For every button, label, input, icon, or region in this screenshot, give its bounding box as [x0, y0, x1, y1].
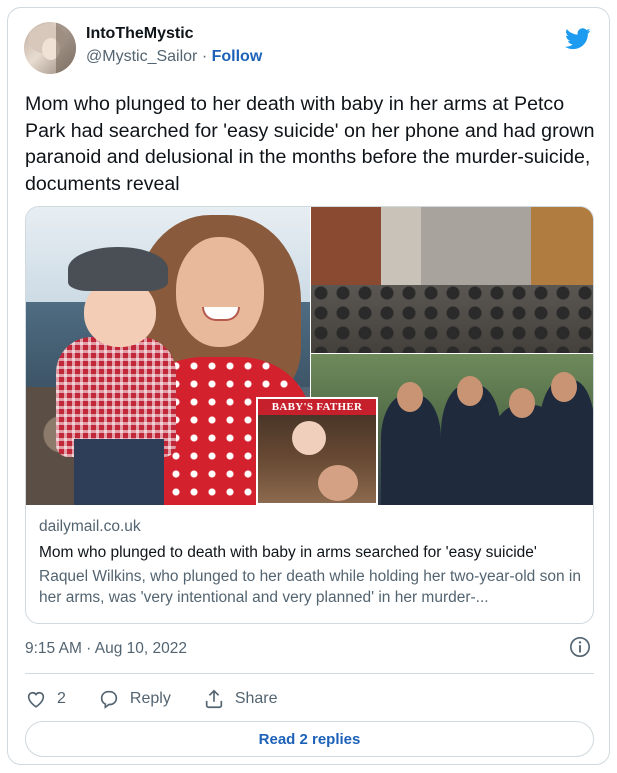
share-icon [205, 689, 222, 709]
photo-inset-babys-father: BABY'S FATHER [256, 397, 378, 505]
like-count: 2 [57, 690, 66, 707]
link-description: Raquel Wilkins, who plunged to her death… [39, 568, 581, 606]
action-bar: 2 Reply Share [25, 679, 310, 719]
tweet-text: Mom who plunged to her death with baby i… [25, 93, 595, 195]
author-block: IntoTheMystic @Mystic_Sailor · Follow [86, 24, 262, 68]
read-replies-button[interactable]: Read 2 replies [25, 721, 594, 757]
tweet-embed-card: IntoTheMystic @Mystic_Sailor · Follow Mo… [7, 7, 610, 765]
link-domain: dailymail.co.uk [39, 518, 141, 535]
like-button[interactable]: 2 [25, 688, 66, 710]
reply-icon [100, 690, 118, 709]
link-title: Mom who plunged to death with baby in ar… [39, 544, 537, 561]
heart-icon [27, 691, 45, 708]
reply-button[interactable]: Reply [98, 688, 171, 710]
tweet-timestamp[interactable]: 9:15 AM · Aug 10, 2022 [25, 639, 187, 659]
twitter-bird-icon[interactable] [565, 28, 591, 50]
info-icon[interactable] [569, 636, 591, 658]
inset-label: BABY'S FATHER [258, 399, 376, 415]
link-preview-text: dailymail.co.uk Mom who plunged to death… [39, 517, 584, 608]
author-display-name[interactable]: IntoTheMystic [86, 24, 262, 44]
follow-button[interactable]: Follow [212, 48, 263, 65]
link-preview-card[interactable]: BABY'S FATHER dailymail.co.uk Mom who pl… [25, 206, 594, 624]
link-preview-image[interactable]: BABY'S FATHER [26, 207, 593, 505]
photo-crowd-outside-stadium [311, 207, 593, 353]
avatar[interactable] [24, 22, 76, 74]
separator-dot: · [201, 48, 208, 65]
divider [25, 673, 594, 674]
share-label: Share [234, 690, 278, 707]
author-handle[interactable]: @Mystic_Sailor [86, 48, 197, 65]
reply-label: Reply [129, 690, 171, 707]
share-button[interactable]: Share [203, 688, 278, 710]
author-handle-row: @Mystic_Sailor · Follow [86, 46, 262, 68]
